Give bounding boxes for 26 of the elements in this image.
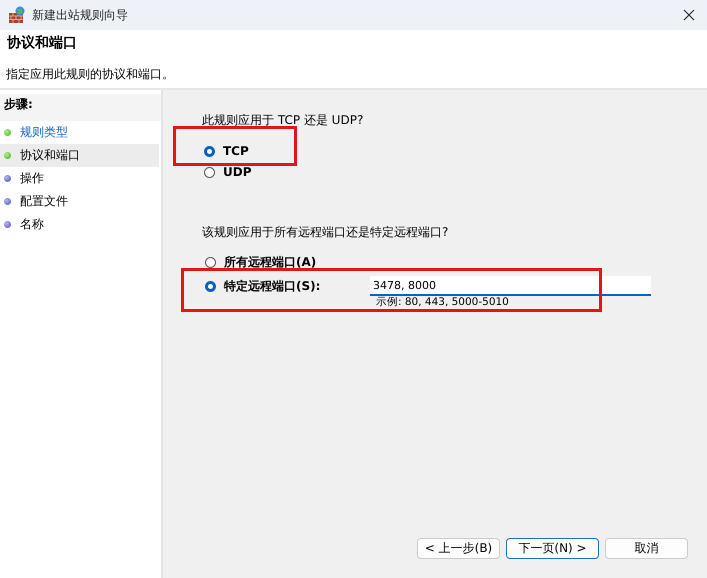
dialog-button[interactable]: 取消 (605, 538, 688, 559)
option-label[interactable]: 特定远程端口(S): (224, 278, 320, 294)
page-heading: 协议和端口 (6, 34, 78, 52)
firewall-icon (8, 6, 26, 24)
radio-button[interactable] (204, 146, 215, 156)
step-item[interactable]: 配置文件 (0, 190, 159, 213)
radio-button[interactable] (205, 280, 216, 292)
radio-button[interactable] (204, 166, 215, 178)
steps-label: 步骤: (0, 94, 161, 121)
step-item[interactable]: 名称 (0, 213, 159, 236)
radio-button[interactable] (205, 256, 216, 268)
ports-input-field[interactable]: 3478, 8000 (370, 276, 651, 296)
close-icon[interactable] (683, 9, 695, 21)
question-text: 此规则应用于 TCP 还是 UDP? (202, 112, 364, 129)
option-label[interactable]: TCP (223, 144, 249, 158)
step-item[interactable]: 规则类型 (0, 121, 159, 144)
step-item[interactable]: 操作 (0, 167, 159, 190)
question-text: 该规则应用于所有远程端口还是特定远程端口? (202, 224, 450, 241)
dialog-button[interactable]: 下一页(N) > (506, 538, 599, 559)
step-item[interactable]: 协议和端口 (0, 144, 159, 167)
dialog-button[interactable]: < 上一步(B) (417, 538, 500, 559)
example-hint: 示例: 80, 443, 5000-5010 (375, 296, 510, 308)
page-description: 指定应用此规则的协议和端口。 (6, 66, 175, 83)
option-label[interactable]: UDP (223, 165, 252, 179)
window-title: 新建出站规则向导 (32, 6, 128, 24)
option-label[interactable]: 所有远程端口(A) (224, 254, 316, 270)
